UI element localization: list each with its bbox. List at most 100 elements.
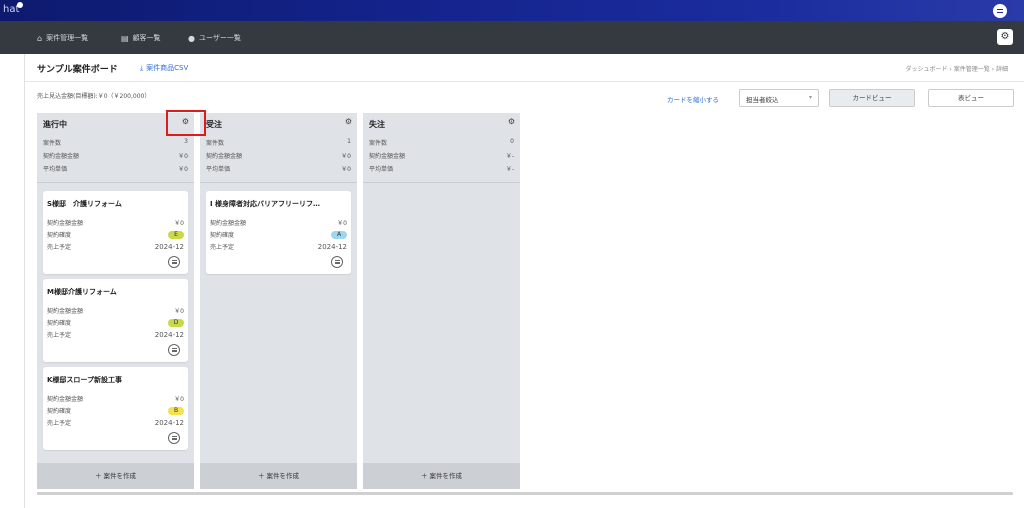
stat-row: 契約金額金額 ￥- [369,151,514,160]
settings-button[interactable]: ⚙ [997,29,1013,45]
horizontal-scrollbar[interactable] [37,492,1013,495]
create-case-button[interactable]: ＋ 案件を作成 [200,463,357,489]
card-value: ￥0 [174,220,184,227]
deal-card[interactable]: I 様身障者対応バリアフリーリフ… 契約金額金額 ￥0 契約確度 A 売上予定 202… [206,191,351,274]
nav-bar: ⌂ 案件管理一覧 ▤ 顧客一覧 ● ユーザー一覧 ⚙ [0,21,1024,54]
card-label: 売上予定 [210,244,235,251]
stat-value: ￥- [505,153,514,160]
stat-row: 案件数 3 [43,138,188,147]
stat-row: 平均単価 ￥0 [206,164,351,173]
card-row: 契約金額金額 ￥0 [210,218,347,227]
breadcrumb: ダッシュボード › 案件管理一覧 › 詳細 [905,64,1008,73]
logo-mark-icon [17,2,23,8]
breadcrumb-detail: 詳細 [995,66,1008,73]
gear-icon[interactable]: ⚙ [345,117,352,126]
card-title: K様邸スロープ新設工事 [47,376,123,384]
certainty-badge: D [168,318,184,327]
card-title: M様邸介護リフォーム [47,288,117,296]
stat-label: 平均単価 [43,166,68,173]
column-title: 進行中 [43,120,67,129]
create-case-button[interactable]: ＋ 案件を作成 [37,463,194,489]
sidebar-divider [24,54,25,508]
column-header: 失注 ⚙ 案件数 0 契約金額金額 ￥- 平均単価 ￥- [363,113,520,182]
gear-icon[interactable]: ⚙ [508,117,515,126]
card-row: 売上予定 2024-12 [47,330,184,340]
column-divider [37,182,194,183]
create-label: 案件を作成 [266,472,300,480]
nav-item-users[interactable]: ● ユーザー一覧 [188,33,241,43]
nav-item-customers[interactable]: ▤ 顧客一覧 [121,33,161,43]
menu-icon[interactable] [331,256,343,268]
create-label: 案件を作成 [103,472,137,480]
home-icon: ⌂ [37,33,43,43]
card-value: 2024-12 [154,418,184,427]
column-title: 受注 [206,120,222,129]
card-title: S様邸 介護リフォーム [47,200,122,208]
stat-value: ￥0 [341,153,351,160]
deal-card[interactable]: M様邸介護リフォーム 契約金額金額 ￥0 契約確度 D 売上予定 2024-12 [43,279,188,362]
stat-label: 契約金額金額 [369,153,406,160]
csv-download-link[interactable]: ⤓ 案件商品CSV [140,63,188,73]
nav-item-cases[interactable]: ⌂ 案件管理一覧 [37,33,88,43]
card-row: 売上予定 2024-12 [47,418,184,428]
column-divider [363,182,520,183]
stat-value: ￥- [505,166,514,173]
card-label: 契約確度 [47,320,72,327]
card-label: 契約確度 [47,408,72,415]
assignee-filter-select[interactable]: 担当者絞込 ▾ [739,89,819,107]
card-label: 契約金額金額 [47,220,84,227]
column-divider [200,182,357,183]
card-row: 売上予定 2024-12 [210,242,347,252]
card-label: 契約確度 [47,232,72,239]
create-case-button[interactable]: ＋ 案件を作成 [363,463,520,489]
stat-label: 案件数 [43,140,62,147]
table-view-button[interactable]: 表ビュー [928,89,1014,107]
stat-label: 案件数 [206,140,225,147]
page-title: サンプル案件ボード [37,65,118,75]
card-view-button[interactable]: カードビュー [829,89,915,107]
stat-label: 契約金額金額 [43,153,80,160]
card-title: I 様身障者対応バリアフリーリフ… [210,200,321,208]
menu-icon[interactable] [168,432,180,444]
certainty-badge: E [168,230,184,239]
card-row: 契約金額金額 ￥0 [47,394,184,403]
deal-card[interactable]: S様邸 介護リフォーム 契約金額金額 ￥0 契約確度 E 売上予定 2024-12 [43,191,188,274]
menu-icon[interactable] [168,344,180,356]
stat-value: 3 [184,138,188,145]
deal-card[interactable]: K様邸スロープ新設工事 契約金額金額 ￥0 契約確度 B 売上予定 2024-12 [43,367,188,450]
column-header: 受注 ⚙ 案件数 1 契約金額金額 ￥0 平均単価 ￥0 [200,113,357,182]
card-label: 売上予定 [47,420,72,427]
download-icon: ⤓ [140,63,144,72]
csv-label: 案件商品CSV [146,64,189,72]
column-title: 失注 [369,120,385,129]
stat-row: 案件数 1 [206,138,351,147]
nav-label: 案件管理一覧 [46,34,89,42]
card-row: 契約金額金額 ￥0 [47,218,184,227]
card-label: 契約確度 [210,232,235,239]
gear-icon: ⚙ [1000,31,1010,42]
menu-circle-icon[interactable] [993,4,1007,18]
card-label: 売上予定 [47,244,72,251]
stat-value: 0 [510,138,514,145]
card-row: 契約確度 D [47,318,184,327]
card-label: 契約金額金額 [47,308,84,315]
stat-label: 平均単価 [206,166,231,173]
plus-icon: ＋ [420,472,430,480]
column-lost: 失注 ⚙ 案件数 0 契約金額金額 ￥- 平均単価 ￥- ＋ 案件を作成 [363,113,520,489]
select-value: 担当者絞込 [746,96,779,104]
column-in-progress: 進行中 ⚙ 案件数 3 契約金額金額 ￥0 平均単価 ￥0 S様邸 介護リフォーム 契… [37,113,194,489]
card-row: 契約金額金額 ￥0 [47,306,184,315]
stat-value: 1 [347,138,351,145]
stat-row: 契約金額金額 ￥0 [43,151,188,160]
plus-icon: ＋ [94,472,104,480]
stat-row: 契約金額金額 ￥0 [206,151,351,160]
breadcrumb-dashboard[interactable]: ダッシュボード [905,66,947,73]
plus-icon: ＋ [257,472,267,480]
chevron-down-icon: ▾ [808,94,812,101]
stat-row: 平均単価 ￥0 [43,164,188,173]
stat-value: ￥0 [341,166,351,173]
breadcrumb-cases[interactable]: 案件管理一覧 [954,66,990,73]
menu-icon[interactable] [168,256,180,268]
user-icon: ● [188,33,195,43]
shrink-cards-link[interactable]: カードを縮小する [667,94,719,104]
